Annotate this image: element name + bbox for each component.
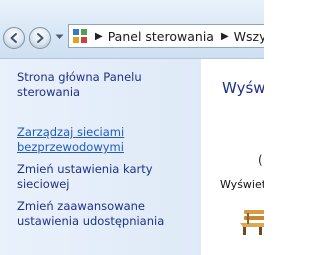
control-panel-icon: [73, 29, 87, 43]
manage-wireless-networks-link[interactable]: Zarządzaj sieciami bezprzewodowymi: [17, 125, 199, 155]
park-bench-icon[interactable]: [238, 207, 264, 237]
chevron-down-icon[interactable]: [55, 34, 64, 40]
network-info-fragment: (: [258, 153, 263, 167]
navigation-bar: ▶ Panel sterowania ▶ Wszystkie elementy …: [0, 0, 264, 59]
breadcrumb-separator-icon[interactable]: ▶: [221, 31, 229, 42]
breadcrumb-control-panel[interactable]: Panel sterowania: [108, 29, 214, 44]
back-button[interactable]: [3, 27, 25, 49]
control-panel-home-link[interactable]: Strona główna Panelu sterowania: [17, 70, 199, 100]
advanced-sharing-settings-link[interactable]: Zmień zaawansowane ustawienia udostępnia…: [17, 199, 199, 229]
main-content: Wyświetl podstawowe informacje o sieci (…: [201, 59, 264, 255]
change-adapter-settings-link[interactable]: Zmień ustawienia karty sieciowej: [17, 162, 199, 192]
active-networks-label: Wyświetl: [220, 178, 264, 191]
forward-arrow-icon: [37, 33, 44, 43]
breadcrumb-all-items[interactable]: Wszystkie elementy Panelu sterowania: [234, 29, 264, 44]
network-center-window: ▶ Panel sterowania ▶ Wszystkie elementy …: [0, 0, 264, 255]
page-title: Wyświetl podstawowe informacje o sieci: [222, 79, 264, 97]
task-pane: Strona główna Panelu sterowania Zarządza…: [0, 59, 201, 255]
address-bar[interactable]: ▶ Panel sterowania ▶ Wszystkie elementy …: [68, 24, 264, 48]
breadcrumb-separator-icon[interactable]: ▶: [95, 31, 103, 42]
back-arrow-icon: [10, 33, 17, 43]
forward-button[interactable]: [29, 27, 51, 49]
